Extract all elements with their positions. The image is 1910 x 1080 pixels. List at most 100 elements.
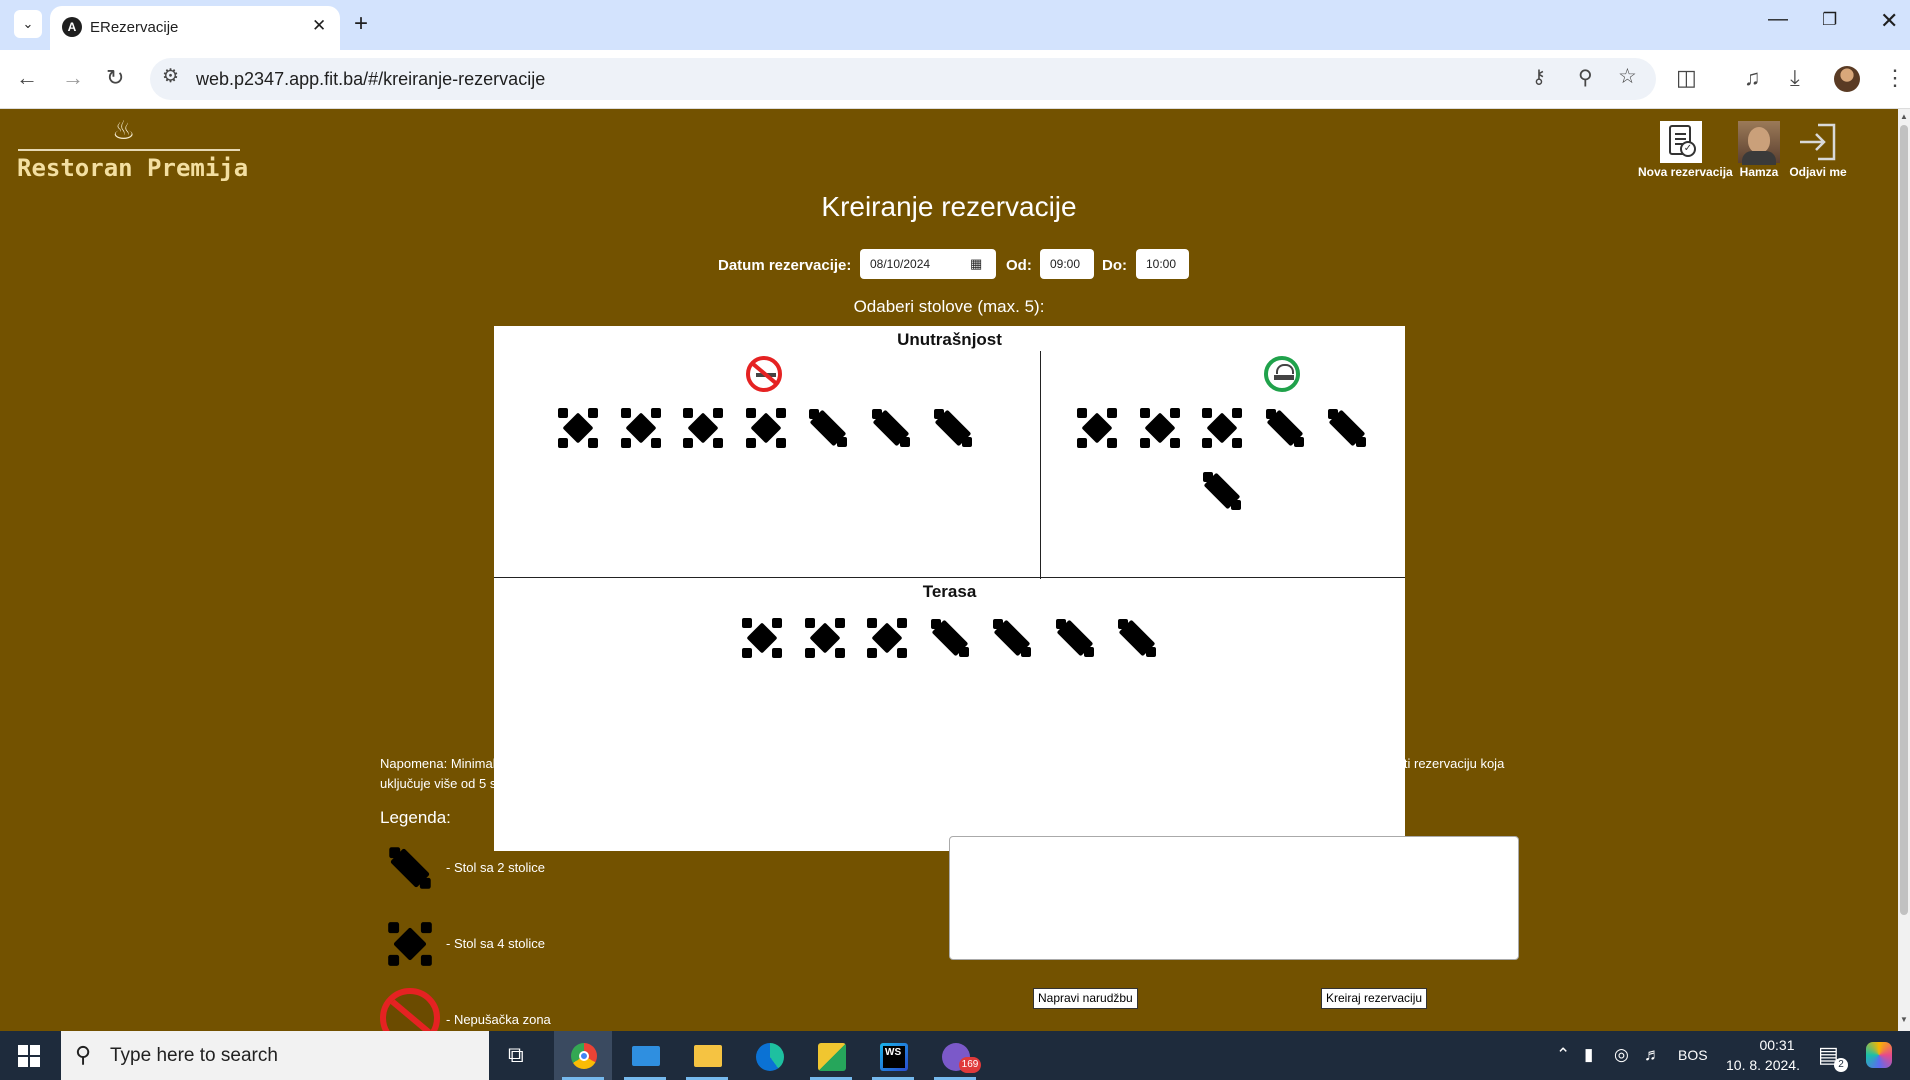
table-2-seat[interactable]	[931, 406, 975, 450]
from-time-value: 09:00	[1050, 257, 1081, 271]
clock-date[interactable]: 10. 8. 2024.	[1718, 1057, 1808, 1073]
task-view-icon[interactable]: ⧉	[508, 1042, 524, 1068]
create-reservation-button[interactable]: Kreiraj rezervaciju	[1321, 988, 1428, 1009]
network-icon[interactable]: ◎	[1614, 1045, 1629, 1065]
table-2-seat[interactable]	[869, 406, 913, 450]
interior-title: Unutrašnjost	[897, 330, 1002, 349]
viber-taskbar-button[interactable]: 169	[926, 1031, 984, 1080]
table-4-seat[interactable]	[744, 406, 788, 450]
windows-icon[interactable]	[18, 1045, 40, 1067]
make-order-button[interactable]: Napravi narudžbu	[1033, 988, 1138, 1009]
table-2-seat[interactable]	[1200, 469, 1244, 513]
terrace-title: Terasa	[922, 582, 977, 601]
webstorm-icon: WS	[880, 1043, 908, 1071]
window-close-icon[interactable]: ✕	[1880, 8, 1898, 34]
extensions-icon[interactable]: ◫	[1676, 63, 1697, 93]
table-2-seat[interactable]	[806, 406, 850, 450]
table-4-seat[interactable]	[1075, 406, 1119, 450]
table-4-seat[interactable]	[619, 406, 663, 450]
date-value: 08/10/2024	[870, 257, 931, 271]
visual-studio-icon	[818, 1043, 846, 1071]
search-placeholder: Type here to search	[110, 1045, 278, 1066]
zoom-icon[interactable]: ⚲	[1578, 65, 1593, 90]
star-icon[interactable]: ☆	[1618, 64, 1637, 89]
user-avatar[interactable]	[1738, 121, 1780, 165]
legend-two-seat-label: - Stol sa 2 stolice	[446, 860, 545, 875]
menu-icon[interactable]: ⋮	[1884, 63, 1906, 93]
back-arrow-icon[interactable]: ←	[16, 63, 38, 93]
logout-label[interactable]: Odjavi me	[1786, 165, 1850, 179]
scroll-up-icon[interactable]: ▲	[1900, 112, 1908, 121]
calendar-icon[interactable]: ▦	[970, 249, 982, 279]
reload-icon[interactable]: ↻	[106, 63, 124, 93]
table-4-seat[interactable]	[865, 616, 909, 660]
table-2-seat[interactable]	[1115, 616, 1159, 660]
table-4-seat[interactable]	[1138, 406, 1182, 450]
logo-text[interactable]: Restoran Premija	[17, 154, 248, 182]
table-4-seat[interactable]	[681, 406, 725, 450]
no-smoking-icon	[746, 356, 782, 392]
tab-title: ERezervacije	[90, 19, 179, 36]
key-icon[interactable]: ⚷	[1532, 66, 1546, 89]
browser-tab[interactable]: A ERezervacije ✕	[50, 6, 340, 50]
scroll-down-icon[interactable]: ▼	[1900, 1015, 1908, 1024]
from-time-input[interactable]: 09:00	[1040, 249, 1094, 279]
battery-icon[interactable]: ▮	[1584, 1045, 1593, 1065]
chrome-taskbar-button[interactable]	[554, 1031, 612, 1080]
logout-icon[interactable]	[1796, 121, 1838, 163]
logo-divider	[18, 149, 240, 151]
profile-avatar[interactable]	[1834, 66, 1860, 92]
date-input[interactable]: 08/10/2024 ▦	[860, 249, 996, 279]
address-bar[interactable]: ⚙ web.p2347.app.fit.ba/#/kreiranje-rezer…	[150, 58, 1656, 100]
new-reservation-button[interactable]: ✓	[1660, 121, 1702, 163]
table-4-seat[interactable]	[803, 616, 847, 660]
mail-taskbar-button[interactable]	[616, 1031, 674, 1080]
user-name-label[interactable]: Hamza	[1730, 165, 1788, 179]
forward-arrow-icon[interactable]: →	[62, 63, 84, 93]
table-4-seat[interactable]	[740, 616, 784, 660]
wishes-textarea[interactable]	[949, 836, 1519, 960]
taskbar-search[interactable]: ⚲ Type here to search	[61, 1031, 489, 1080]
check-icon: ✓	[1680, 141, 1696, 157]
plus-icon[interactable]: +	[354, 10, 368, 38]
clock-time[interactable]: 00:31	[1742, 1037, 1812, 1053]
reservation-note: Napomena: Minimalno trajanje rezervacije…	[380, 756, 1505, 791]
tab-strip: ⌄ A ERezervacije ✕ + — ❐ ✕	[0, 0, 1910, 50]
url-text[interactable]: web.p2347.app.fit.ba/#/kreiranje-rezerva…	[196, 69, 545, 90]
page-content: ♨ Restoran Premija ✓ Nova rezervacija Ha…	[0, 109, 1898, 1031]
chevron-up-icon[interactable]: ⌃	[1556, 1045, 1570, 1065]
table-4-seat[interactable]	[1200, 406, 1244, 450]
browser-toolbar: ← → ↻ ⚙ web.p2347.app.fit.ba/#/kreiranje…	[0, 50, 1910, 109]
table-2-seat[interactable]	[1325, 406, 1369, 450]
new-reservation-label[interactable]: Nova rezervacija	[1638, 165, 1733, 179]
media-icon[interactable]: ♫	[1744, 63, 1761, 93]
restore-icon[interactable]: ❐	[1822, 10, 1837, 30]
table-2-seat[interactable]	[928, 616, 972, 660]
table-4-seat[interactable]	[556, 406, 600, 450]
scroll-thumb[interactable]	[1900, 125, 1908, 915]
edge-taskbar-button[interactable]	[740, 1031, 798, 1080]
copilot-icon[interactable]	[1866, 1042, 1892, 1068]
bowl-icon: ♨	[112, 115, 136, 145]
chevron-down-icon[interactable]: ⌄	[14, 10, 42, 38]
table-2-seat[interactable]	[990, 616, 1034, 660]
site-info-icon[interactable]: ⚙	[162, 65, 179, 88]
page-title: Kreiranje rezervacije	[821, 191, 1077, 222]
visual-studio-taskbar-button[interactable]	[802, 1031, 860, 1080]
webstorm-taskbar-button[interactable]: WS	[864, 1031, 922, 1080]
language-indicator[interactable]: BOS	[1678, 1047, 1708, 1063]
to-time-input[interactable]: 10:00	[1136, 249, 1189, 279]
scrollbar[interactable]: ▲ ▼	[1898, 109, 1910, 1031]
search-icon: ⚲	[75, 1042, 92, 1067]
explorer-taskbar-button[interactable]	[678, 1031, 736, 1080]
edge-icon	[756, 1043, 784, 1071]
notification-count: 2	[1834, 1058, 1848, 1072]
close-icon[interactable]: ✕	[312, 16, 326, 36]
table-2-seat[interactable]	[1263, 406, 1307, 450]
minimize-icon[interactable]: —	[1768, 8, 1788, 31]
section-divider	[494, 577, 1405, 578]
table-2-seat[interactable]	[1053, 616, 1097, 660]
legend-title: Legenda:	[380, 808, 451, 827]
download-icon[interactable]: ⤓	[1790, 63, 1800, 93]
volume-icon[interactable]: ♬	[1644, 1045, 1661, 1065]
